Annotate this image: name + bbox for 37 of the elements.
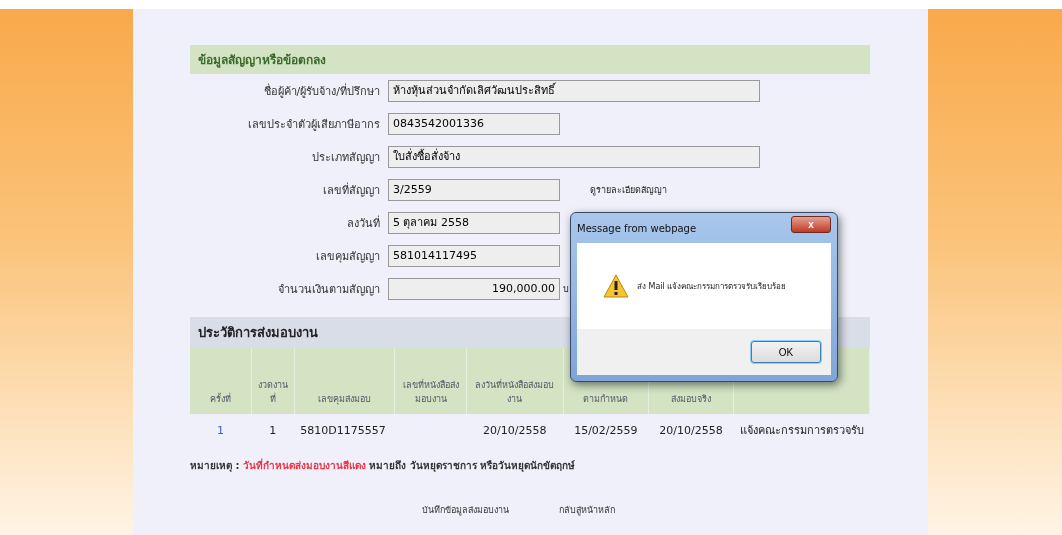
table-cell: 1 bbox=[251, 414, 295, 446]
text-field[interactable]: 5 ตุลาคม 2558 bbox=[388, 211, 560, 234]
text-field[interactable]: 190,000.00 bbox=[388, 277, 560, 300]
field-label: เลขที่สัญญา bbox=[322, 181, 381, 199]
column-header: งวดงานที่ bbox=[251, 348, 295, 414]
row-number-link[interactable]: 1 bbox=[217, 423, 225, 437]
field-label: เลขประจำตัวผู้เสียภาษีอากร bbox=[247, 116, 381, 133]
column-header: ครั้งที่ bbox=[190, 348, 252, 414]
text-field[interactable]: ห้างหุ้นส่วนจำกัดเลิศวัฒนประสิทธิ์ bbox=[388, 79, 760, 102]
contract-details-link[interactable]: ดูรายละเอียดสัญญา bbox=[590, 182, 667, 197]
section-header: ข้อมูลสัญญาหรือข้อตกลง bbox=[190, 45, 870, 74]
nav-link[interactable]: บันทึกข้อมูลส่งมอบงาน bbox=[422, 503, 509, 517]
nav-link[interactable]: กลับสู่หน้าหลัก bbox=[559, 503, 615, 517]
dialog-message: ส่ง Mail แจ้งคณะกรรมการตรวจรับเรียบร้อย bbox=[637, 280, 787, 293]
column-header: เลขคุมส่งมอบ bbox=[294, 348, 395, 414]
table-cell: 20/10/2558 bbox=[648, 414, 734, 446]
warning-icon bbox=[603, 274, 629, 298]
ok-button[interactable]: OK bbox=[751, 341, 821, 363]
table-cell: 5810D1175557 bbox=[294, 414, 395, 446]
table-cell: แจ้งคณะกรรมการตรวจรับ bbox=[733, 414, 870, 446]
text-field[interactable]: 3/2559 bbox=[388, 178, 560, 201]
field-label: ประเภทสัญญา bbox=[311, 149, 381, 166]
dialog-title: Message from webpage bbox=[577, 222, 697, 234]
text-field[interactable]: ใบสั่งซื้อสั่งจ้าง bbox=[388, 145, 760, 168]
note-text: หมายเหตุ : วันที่กำหนดส่งมอบงานสีแดง หมายถึง วันหยุดราชการ หรือวันหยุดนักขัตฤกษ์ bbox=[190, 458, 577, 473]
table-cell: 20/10/2558 bbox=[466, 414, 564, 446]
field-label: ชื่อผู้ค้า/ผู้รับจ้าง/ที่ปรึกษา bbox=[262, 82, 381, 100]
table-cell: 15/02/2559 bbox=[563, 414, 649, 446]
close-button[interactable]: x bbox=[791, 215, 831, 233]
text-field[interactable]: 0843542001336 bbox=[388, 112, 560, 135]
text-field[interactable]: 581014117495 bbox=[388, 244, 560, 267]
field-label: ลงวันที่ bbox=[346, 214, 381, 232]
currency-unit: บ bbox=[563, 282, 569, 296]
field-label: เลขคุมสัญญา bbox=[315, 248, 381, 265]
column-header: เลขที่หนังสือส่งมอบงาน bbox=[395, 348, 467, 414]
field-label: จำนวนเงินตามสัญญา bbox=[277, 281, 381, 298]
column-header: ลงวันที่หนังสือส่งมอบงาน bbox=[466, 348, 564, 414]
